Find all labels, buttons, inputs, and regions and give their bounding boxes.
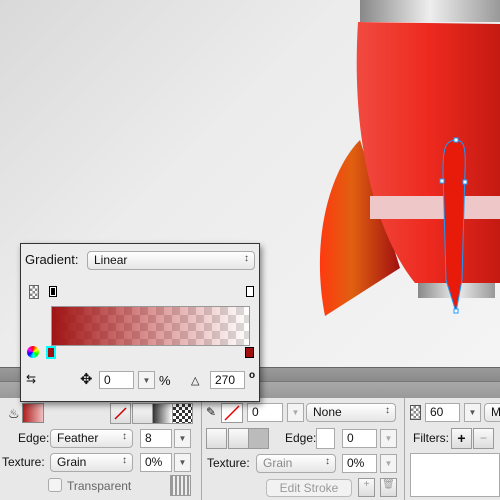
stroke-edge-dropdown[interactable]: ▼ [380,429,397,448]
gradient-label: Gradient: [25,252,79,267]
angle-unit: o [249,370,256,381]
stroke-size-dropdown[interactable]: ▼ [287,403,304,422]
stroke-texture-label: Texture: [207,456,250,470]
stroke-size-input[interactable]: 0 [247,403,283,422]
texture-amount-input[interactable]: 0% [140,453,172,472]
texture-select[interactable]: Grain [50,453,133,472]
new-stroke-button[interactable]: + [358,478,375,497]
angle-input[interactable]: 270 [210,371,245,389]
checker-icon [29,285,39,299]
stroke-texture-dropdown[interactable]: ▼ [380,454,397,473]
stroke-texture-amount-input[interactable]: 0% [342,454,377,473]
filters-label: Filters: [413,431,449,445]
move-icon: ✥ [80,371,93,388]
opacity-stop-left[interactable] [49,286,57,297]
opacity-stop-right[interactable] [246,286,254,297]
pencil-icon: ✎ [206,405,217,419]
opacity-input[interactable]: 60 [425,403,460,422]
fill-gradient-button[interactable] [152,403,173,424]
edge-type-select[interactable]: Feather [50,429,133,448]
edge-value-input[interactable]: 8 [140,429,172,448]
texture-label: Texture: [2,455,45,469]
color-wheel-icon[interactable] [27,346,39,358]
fill-solid-button[interactable] [132,403,153,424]
fill-none-button[interactable] [110,403,131,424]
stroke-inside-button[interactable] [206,428,227,449]
edit-stroke-button[interactable]: Edit Stroke [266,479,352,497]
stroke-center-button[interactable] [228,428,249,449]
color-stop-right[interactable] [245,347,254,358]
stroke-outside-button[interactable] [248,428,269,449]
fill-color-swatch[interactable] [22,403,44,423]
position-dropdown[interactable]: ▼ [138,371,155,389]
stroke-edge-input[interactable]: 0 [342,429,377,448]
gradient-ramp[interactable] [51,306,250,346]
edge-label: Edge: [18,431,50,445]
rocket-band [370,196,500,219]
transparent-checkbox[interactable] [48,478,62,492]
gradient-popup: Gradient: Linear ⇆ ✥ 0 ▼ % △ 270 o [20,243,260,402]
fill-bucket-icon: ♨ [8,406,20,421]
stroke-edge-label: Edge: [285,431,317,445]
angle-icon: △ [191,375,200,387]
position-input[interactable]: 0 [99,371,134,389]
transparent-label: Transparent [67,479,132,493]
stroke-texture-select[interactable]: Grain [256,454,336,473]
opacity-dropdown[interactable]: ▼ [464,403,481,422]
properties-panel: ♨ Edge: Feather 8 ▼ Texture: Grain 0% ▼ … [0,398,500,500]
delete-stroke-icon[interactable]: 🗑 [380,478,397,497]
texture-amount-dropdown[interactable]: ▼ [174,453,191,472]
rocket-top [360,0,500,22]
remove-filter-button[interactable]: − [473,428,494,449]
fill-pattern-button[interactable] [172,403,193,424]
fill-options-button[interactable] [170,475,191,496]
gradient-type-select[interactable]: Linear [87,251,255,270]
stroke-style-select[interactable]: None [306,403,396,422]
blend-mode-select[interactable]: M [484,403,500,422]
color-stop-left[interactable] [46,346,56,359]
swap-icon[interactable]: ⇆ [26,372,36,386]
stroke-color-swatch[interactable] [221,403,243,423]
stroke-edge-swatch[interactable] [316,428,335,449]
opacity-icon [410,405,421,420]
edge-value-dropdown[interactable]: ▼ [174,429,191,448]
position-unit: % [159,373,171,388]
filters-list[interactable] [410,453,500,497]
add-filter-button[interactable]: + [451,428,472,449]
